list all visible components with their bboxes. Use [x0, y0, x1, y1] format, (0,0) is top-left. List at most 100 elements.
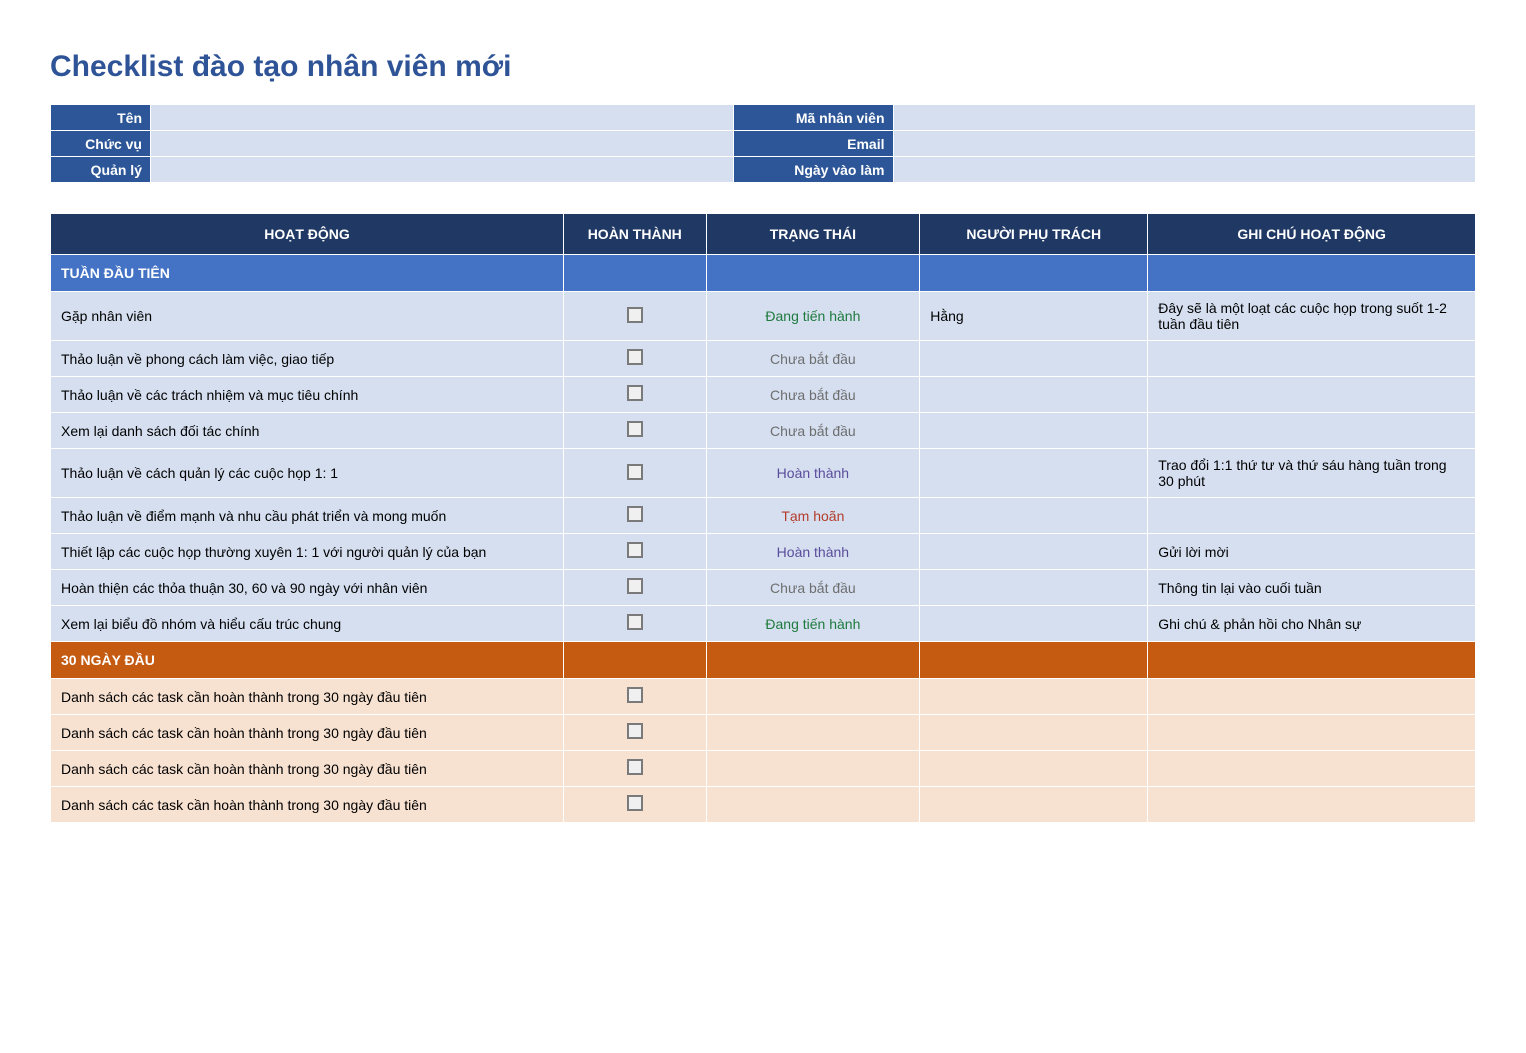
cell-responsible — [920, 534, 1148, 570]
cell-responsible — [920, 377, 1148, 413]
cell-activity: Xem lại danh sách đối tác chính — [51, 413, 564, 449]
status-text: Chưa bắt đầu — [770, 351, 856, 367]
cell-complete — [564, 341, 707, 377]
table-row: Thảo luận về phong cách làm việc, giao t… — [51, 341, 1476, 377]
checkbox-icon[interactable] — [627, 464, 643, 480]
cell-complete — [564, 377, 707, 413]
checkbox-icon[interactable] — [627, 307, 643, 323]
cell-status: Hoàn thành — [706, 534, 920, 570]
status-text: Tạm hoãn — [781, 508, 844, 524]
checkbox-icon[interactable] — [627, 795, 643, 811]
checklist-table: HOẠT ĐỘNG HOÀN THÀNH TRẠNG THÁI NGƯỜI PH… — [50, 213, 1476, 823]
status-text: Hoàn thành — [777, 465, 849, 481]
checkbox-icon[interactable] — [627, 385, 643, 401]
label-email: Email — [733, 131, 893, 157]
cell-complete — [564, 679, 707, 715]
status-text: Chưa bắt đầu — [770, 423, 856, 439]
table-row: Xem lại biểu đồ nhóm và hiểu cấu trúc ch… — [51, 606, 1476, 642]
cell-notes — [1148, 498, 1476, 534]
table-row: Danh sách các task cần hoàn thành trong … — [51, 715, 1476, 751]
status-text: Chưa bắt đầu — [770, 580, 856, 596]
cell-responsible — [920, 715, 1148, 751]
cell-complete — [564, 606, 707, 642]
checkbox-icon[interactable] — [627, 723, 643, 739]
checkbox-icon[interactable] — [627, 421, 643, 437]
cell-activity: Hoàn thiện các thỏa thuận 30, 60 và 90 n… — [51, 570, 564, 606]
checkbox-icon[interactable] — [627, 506, 643, 522]
cell-responsible — [920, 606, 1148, 642]
section-cell — [564, 255, 707, 292]
cell-notes — [1148, 751, 1476, 787]
header-complete: HOÀN THÀNH — [564, 214, 707, 255]
value-position[interactable] — [151, 131, 734, 157]
header-responsible: NGƯỜI PHỤ TRÁCH — [920, 214, 1148, 255]
table-row: Hoàn thiện các thỏa thuận 30, 60 và 90 n… — [51, 570, 1476, 606]
section-header: 30 NGÀY ĐẦU — [51, 642, 1476, 679]
cell-responsible — [920, 498, 1148, 534]
section-label: 30 NGÀY ĐẦU — [51, 642, 564, 679]
checkbox-icon[interactable] — [627, 759, 643, 775]
checkbox-icon[interactable] — [627, 578, 643, 594]
value-name[interactable] — [151, 105, 734, 131]
cell-activity: Gặp nhân viên — [51, 292, 564, 341]
label-position: Chức vụ — [51, 131, 151, 157]
cell-complete — [564, 570, 707, 606]
cell-complete — [564, 787, 707, 823]
cell-complete — [564, 413, 707, 449]
cell-activity: Thảo luận về các trách nhiệm và mục tiêu… — [51, 377, 564, 413]
checkbox-icon[interactable] — [627, 349, 643, 365]
cell-notes: Trao đổi 1:1 thứ tư và thứ sáu hàng tuần… — [1148, 449, 1476, 498]
value-email[interactable] — [893, 131, 1476, 157]
cell-activity: Xem lại biểu đồ nhóm và hiểu cấu trúc ch… — [51, 606, 564, 642]
value-code[interactable] — [893, 105, 1476, 131]
table-row: Thiết lập các cuộc họp thường xuyên 1: 1… — [51, 534, 1476, 570]
value-manager[interactable] — [151, 157, 734, 183]
label-name: Tên — [51, 105, 151, 131]
cell-activity: Thiết lập các cuộc họp thường xuyên 1: 1… — [51, 534, 564, 570]
cell-responsible — [920, 570, 1148, 606]
cell-status: Đang tiến hành — [706, 606, 920, 642]
checkbox-icon[interactable] — [627, 614, 643, 630]
cell-status: Tạm hoãn — [706, 498, 920, 534]
cell-notes — [1148, 377, 1476, 413]
cell-activity: Danh sách các task cần hoàn thành trong … — [51, 715, 564, 751]
cell-complete — [564, 715, 707, 751]
section-cell — [706, 642, 920, 679]
table-row: Gặp nhân viênĐang tiến hànhHằngĐây sẽ là… — [51, 292, 1476, 341]
value-startdate[interactable] — [893, 157, 1476, 183]
cell-notes: Đây sẽ là một loạt các cuộc họp trong su… — [1148, 292, 1476, 341]
cell-status: Chưa bắt đầu — [706, 341, 920, 377]
section-header: TUẦN ĐẦU TIÊN — [51, 255, 1476, 292]
label-startdate: Ngày vào làm — [733, 157, 893, 183]
status-text: Hoàn thành — [777, 544, 849, 560]
table-row: Thảo luận về điểm mạnh và nhu cầu phát t… — [51, 498, 1476, 534]
cell-complete — [564, 449, 707, 498]
table-row: Danh sách các task cần hoàn thành trong … — [51, 787, 1476, 823]
label-code: Mã nhân viên — [733, 105, 893, 131]
status-text: Đang tiến hành — [765, 308, 860, 324]
cell-responsible — [920, 751, 1148, 787]
cell-status — [706, 787, 920, 823]
section-cell — [920, 642, 1148, 679]
cell-complete — [564, 498, 707, 534]
header-status: TRẠNG THÁI — [706, 214, 920, 255]
cell-activity: Danh sách các task cần hoàn thành trong … — [51, 679, 564, 715]
cell-notes — [1148, 787, 1476, 823]
cell-notes — [1148, 679, 1476, 715]
cell-notes — [1148, 341, 1476, 377]
cell-activity: Danh sách các task cần hoàn thành trong … — [51, 787, 564, 823]
cell-notes: Ghi chú & phản hồi cho Nhân sự — [1148, 606, 1476, 642]
cell-activity: Thảo luận về cách quản lý các cuộc họp 1… — [51, 449, 564, 498]
table-row: Thảo luận về các trách nhiệm và mục tiêu… — [51, 377, 1476, 413]
cell-responsible — [920, 341, 1148, 377]
cell-status: Chưa bắt đầu — [706, 377, 920, 413]
checkbox-icon[interactable] — [627, 687, 643, 703]
cell-status — [706, 715, 920, 751]
cell-notes: Thông tin lại vào cuối tuần — [1148, 570, 1476, 606]
cell-status: Hoàn thành — [706, 449, 920, 498]
checkbox-icon[interactable] — [627, 542, 643, 558]
table-row: Danh sách các task cần hoàn thành trong … — [51, 679, 1476, 715]
table-row: Thảo luận về cách quản lý các cuộc họp 1… — [51, 449, 1476, 498]
cell-status: Chưa bắt đầu — [706, 413, 920, 449]
cell-complete — [564, 292, 707, 341]
